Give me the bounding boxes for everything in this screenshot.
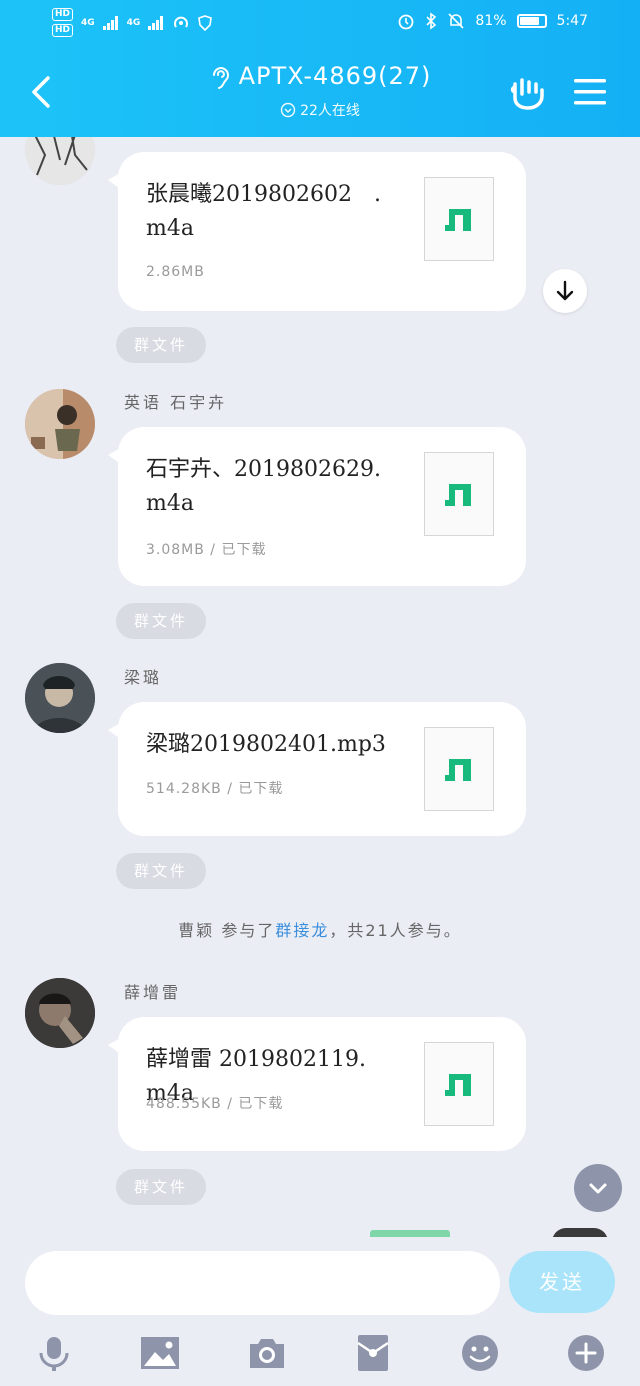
battery-icon bbox=[516, 14, 547, 28]
file-message[interactable]: 石宇卉、2019802629.m4a 3.08MB / 已下载 bbox=[108, 427, 526, 586]
alarm-icon bbox=[399, 14, 414, 30]
send-button[interactable]: 发送 bbox=[509, 1251, 615, 1313]
file-name: 梁璐2019802401.mp3 bbox=[146, 732, 386, 757]
file-thumb bbox=[424, 452, 494, 536]
file-name: 石宇卉、2019802629.m4a bbox=[146, 457, 381, 516]
signal-icon-2 bbox=[148, 15, 164, 30]
image-icon bbox=[141, 1337, 179, 1369]
camera-button[interactable] bbox=[245, 1331, 289, 1375]
camera-icon bbox=[250, 1339, 284, 1368]
ear-icon bbox=[212, 67, 229, 89]
group-file-tag[interactable]: 群文件 bbox=[116, 327, 206, 363]
network-type-2: 4G bbox=[126, 17, 141, 28]
vpn-shield-icon bbox=[198, 14, 213, 31]
music-icon bbox=[445, 759, 471, 781]
hotspot-icon bbox=[174, 16, 189, 28]
network-type-1: 4G bbox=[81, 17, 95, 28]
emoji-icon bbox=[462, 1335, 498, 1371]
chevron-circle-icon bbox=[280, 102, 296, 118]
file-meta: 488.55KB / 已下载 bbox=[146, 1096, 284, 1112]
online-text: 22人在线 bbox=[300, 103, 360, 119]
music-icon bbox=[445, 484, 471, 506]
download-icon bbox=[556, 280, 574, 301]
sender-name: 英语 石宇卉 bbox=[124, 393, 228, 412]
gesture-button[interactable] bbox=[506, 70, 550, 114]
clock: 5:47 bbox=[556, 13, 588, 29]
group-file-tag[interactable]: 群文件 bbox=[116, 853, 206, 889]
file-thumb bbox=[424, 177, 494, 261]
chevron-down-icon bbox=[589, 1183, 607, 1194]
music-icon bbox=[445, 1074, 471, 1096]
hd-badges: HD HD bbox=[52, 8, 74, 37]
music-icon bbox=[445, 209, 471, 231]
file-name: 张晨曦2019802602 .m4a bbox=[146, 182, 381, 241]
file-message[interactable]: 张晨曦2019802602 .m4a 2.86MB bbox=[108, 152, 526, 311]
voice-button[interactable] bbox=[32, 1331, 76, 1375]
chat-header: HD HD 4G 4G 81% 5:47 APTX-4869(27) 22人在线 bbox=[0, 0, 640, 137]
system-text: 曹颖 参与了 bbox=[178, 921, 276, 940]
message-input[interactable] bbox=[25, 1251, 500, 1315]
red-packet-button[interactable] bbox=[351, 1331, 395, 1375]
image-button[interactable] bbox=[138, 1331, 182, 1375]
avatar[interactable] bbox=[25, 389, 95, 459]
file-message[interactable]: 梁璐2019802401.mp3 514.28KB / 已下载 bbox=[108, 702, 526, 836]
mic-icon bbox=[39, 1337, 69, 1371]
solitaire-link[interactable]: 群接龙 bbox=[275, 921, 329, 940]
file-meta: 2.86MB bbox=[146, 264, 205, 280]
chat-list[interactable]: 张晨曦2019802602 .m4a 2.86MB 群文件 英语 石宇卉 石宇卉… bbox=[0, 137, 640, 1237]
mute-bell-icon bbox=[448, 13, 464, 29]
file-meta: 514.28KB / 已下载 bbox=[146, 781, 284, 797]
red-packet-icon bbox=[357, 1335, 389, 1371]
menu-button[interactable] bbox=[568, 70, 612, 114]
avatar[interactable] bbox=[25, 978, 95, 1048]
status-left: HD HD 4G 4G bbox=[52, 8, 213, 37]
sender-name: 梁璐 bbox=[124, 668, 163, 687]
file-message[interactable]: 薛增雷 2019802119.m4a 488.55KB / 已下载 bbox=[108, 1017, 526, 1151]
system-text-suffix: ，共21人参与。 bbox=[329, 921, 462, 940]
file-meta: 3.08MB / 已下载 bbox=[146, 542, 267, 558]
system-message: 曹颖 参与了群接龙，共21人参与。 bbox=[0, 917, 640, 941]
sender-name: 薛增雷 bbox=[124, 983, 182, 1002]
battery-percent: 81% bbox=[475, 13, 507, 29]
file-thumb bbox=[424, 1042, 494, 1126]
gesture-icon bbox=[510, 78, 544, 110]
menu-icon bbox=[574, 79, 606, 105]
group-name: APTX-4869(27) bbox=[238, 62, 432, 90]
avatar[interactable] bbox=[25, 663, 95, 733]
plus-icon bbox=[568, 1335, 604, 1371]
signal-icon bbox=[102, 15, 118, 30]
input-bar: 发送 bbox=[0, 1237, 640, 1386]
emoji-button[interactable] bbox=[458, 1331, 502, 1375]
admin-badge bbox=[370, 1230, 450, 1237]
toolbar bbox=[0, 1331, 640, 1375]
avatar[interactable] bbox=[25, 137, 95, 185]
avatar[interactable] bbox=[552, 1228, 608, 1237]
group-file-tag[interactable]: 群文件 bbox=[116, 1169, 206, 1205]
group-file-tag[interactable]: 群文件 bbox=[116, 603, 206, 639]
status-bar: HD HD 4G 4G 81% 5:47 bbox=[0, 0, 640, 46]
file-thumb bbox=[424, 727, 494, 811]
download-button[interactable] bbox=[543, 269, 587, 313]
more-button[interactable] bbox=[564, 1331, 608, 1375]
status-right: 81% 5:47 bbox=[397, 12, 588, 30]
bluetooth-icon bbox=[426, 12, 437, 30]
scroll-to-bottom-button[interactable] bbox=[574, 1164, 622, 1212]
